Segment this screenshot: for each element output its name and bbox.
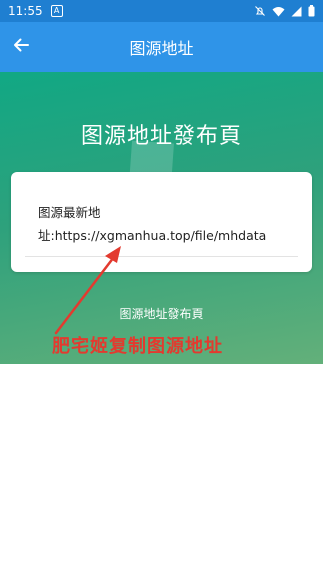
status-icons [254,5,315,17]
annotation-caption: 肥宅姬复制图源地址 [52,336,223,357]
address-text[interactable]: 址:https://xgmanhua.top/file/mhdata [38,225,266,244]
address-label: 图源最新地 [38,205,101,220]
app-bar: 图源地址 [0,22,323,72]
notifications-off-icon [254,5,266,17]
back-button[interactable] [0,22,42,72]
hero-banner: 图源地址發布頁 图源最新地 址:https://xgmanhua.top/fil… [0,72,323,364]
signal-icon [291,6,302,17]
app-notification-icon: A [50,5,63,17]
status-time: 11:55 [8,4,43,18]
status-bar: 11:55 A [0,0,323,22]
page-title: 图源地址 [129,39,194,58]
battery-icon [308,5,315,17]
hero-footer-text: 图源地址發布頁 [119,307,204,321]
card-divider [25,256,298,257]
arrow-left-icon [12,36,30,58]
wifi-icon [272,6,285,17]
address-card: 图源最新地 址:https://xgmanhua.top/file/mhdata [11,172,312,272]
